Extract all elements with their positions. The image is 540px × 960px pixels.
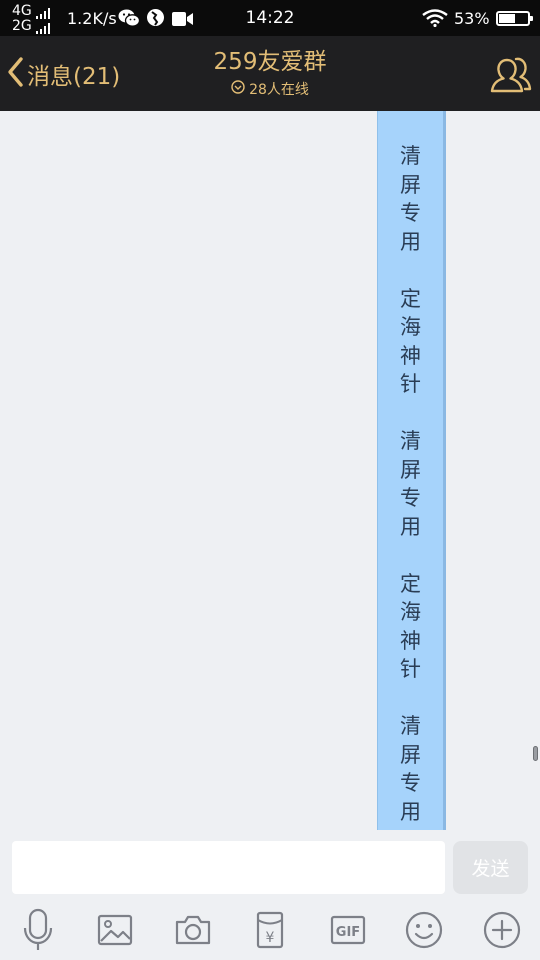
microphone-icon <box>22 908 54 952</box>
online-count[interactable]: 28人在线 <box>120 79 420 99</box>
scrollbar-thumb[interactable] <box>533 746 538 761</box>
chat-area[interactable]: 针 清 屏 专 用 定 海 神 针 清 屏 专 用 定 海 神 针 清 屏 专 … <box>0 111 540 830</box>
camera-icon <box>174 914 212 946</box>
group-members-icon <box>489 57 533 98</box>
wifi-icon <box>422 9 448 31</box>
image-icon <box>97 914 133 946</box>
gif-label: GIF <box>336 925 360 940</box>
chat-title-area[interactable]: 259友爱群 28人在线 <box>120 46 420 99</box>
red-packet-button[interactable]: ¥ <box>248 908 292 952</box>
emoji-icon <box>405 911 443 949</box>
camera-button[interactable] <box>171 908 215 952</box>
group-title: 259友爱群 <box>213 49 327 75</box>
plus-icon <box>483 911 521 949</box>
back-label: 消息(21) <box>27 64 121 90</box>
battery-percent: 53% <box>454 9 490 28</box>
battery-level <box>499 14 515 23</box>
nav-bar: 消息(21) 259友爱群 28人在线 <box>0 36 540 111</box>
input-bar: 发送 <box>0 830 540 900</box>
emoji-button[interactable] <box>402 908 446 952</box>
message-text: 针 清 屏 专 用 定 海 神 针 清 屏 专 用 定 海 神 针 清 屏 专 … <box>400 144 421 824</box>
message-bubble[interactable]: 针 清 屏 专 用 定 海 神 针 清 屏 专 用 定 海 神 针 清 屏 专 … <box>377 111 446 830</box>
status-bar: 4G 2G 1.2K/s 14:22 53% <box>0 0 540 36</box>
screen: 4G 2G 1.2K/s 14:22 53% 消息(21) 259友爱群 28人… <box>0 0 540 960</box>
chevron-left-icon <box>6 56 24 92</box>
send-button[interactable]: 发送 <box>453 841 528 894</box>
gif-button[interactable]: GIF <box>326 908 370 952</box>
image-button[interactable] <box>93 908 137 952</box>
more-button[interactable] <box>480 908 524 952</box>
group-members-button[interactable] <box>489 54 535 96</box>
gif-icon: GIF <box>330 915 366 945</box>
chevron-circle-down-icon <box>231 80 249 98</box>
voice-button[interactable] <box>16 908 60 952</box>
red-packet-symbol: ¥ <box>266 930 275 946</box>
red-packet-icon: ¥ <box>255 911 285 949</box>
back-button[interactable]: 消息(21) <box>6 54 120 94</box>
message-input[interactable] <box>12 841 445 894</box>
battery-icon <box>496 11 533 26</box>
online-count-label: 28人在线 <box>249 82 309 98</box>
toolbar: ¥ GIF <box>0 900 540 960</box>
